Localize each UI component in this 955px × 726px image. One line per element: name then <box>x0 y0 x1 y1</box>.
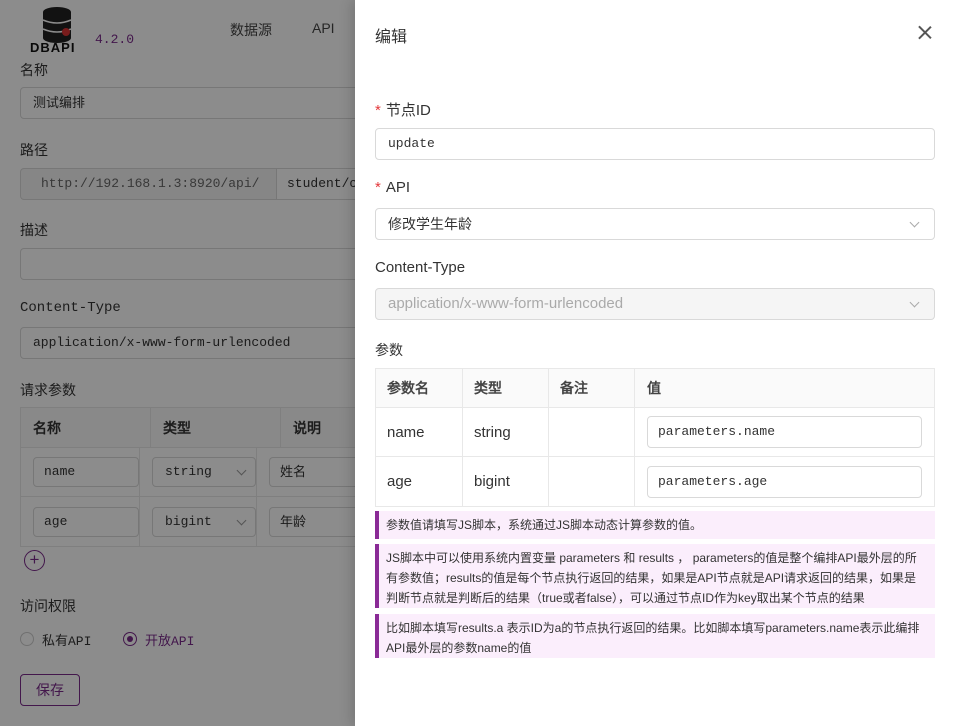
param-value-input[interactable]: parameters.age <box>647 465 922 498</box>
param-value-input[interactable]: parameters.name <box>647 416 922 448</box>
column-header: 值 <box>647 380 661 396</box>
close-icon[interactable] <box>915 22 935 42</box>
required-marker: * <box>375 102 381 119</box>
help-note: 比如脚本填写results.a 表示ID为a的节点执行返回的结果。比如脚本填写p… <box>375 614 935 658</box>
table-row: age bigint parameters.age <box>376 457 934 506</box>
param-type-cell: bigint <box>463 457 549 506</box>
table-row: name string parameters.name <box>376 408 934 457</box>
edit-drawer: 编辑 * 节点ID update * API 修改学生年龄 Content-Type… <box>355 0 955 726</box>
column-header: 参数名 <box>376 369 463 407</box>
help-note: 参数值请填写JS脚本，系统通过JS脚本动态计算参数的值。 <box>375 511 935 539</box>
param-note-cell <box>549 457 635 506</box>
drawer-title: 编辑 <box>375 29 408 46</box>
node-id-input[interactable]: update <box>375 128 935 160</box>
table-header-row: 参数名 类型 备注 值 <box>376 369 934 408</box>
param-note-cell <box>549 408 635 456</box>
api-label-text: API <box>385 179 411 196</box>
node-id-label-text: 节点ID <box>385 102 431 119</box>
help-note: JS脚本中可以使用系统内置变量 parameters 和 results ， p… <box>375 544 935 608</box>
column-header: 备注 <box>549 369 635 407</box>
param-name-cell: name <box>376 408 463 456</box>
chevron-down-icon <box>909 217 920 228</box>
node-id-label: * 节点ID <box>375 99 431 120</box>
content-type-label: Content-Type <box>375 259 466 276</box>
content-type-select: application/x-www-form-urlencoded <box>375 288 935 320</box>
column-header: 类型 <box>463 369 549 407</box>
param-type-cell: string <box>463 408 549 456</box>
api-select[interactable]: 修改学生年龄 <box>375 208 935 240</box>
chevron-down-icon <box>909 297 920 308</box>
params-label: 参数 <box>375 342 403 358</box>
content-type-value: application/x-www-form-urlencoded <box>388 295 624 312</box>
params-table: 参数名 类型 备注 值 name string parameters.name … <box>375 368 935 507</box>
required-marker: * <box>375 179 381 196</box>
api-label: * API <box>375 179 410 196</box>
api-select-value: 修改学生年龄 <box>388 216 472 232</box>
param-name-cell: age <box>376 457 463 506</box>
